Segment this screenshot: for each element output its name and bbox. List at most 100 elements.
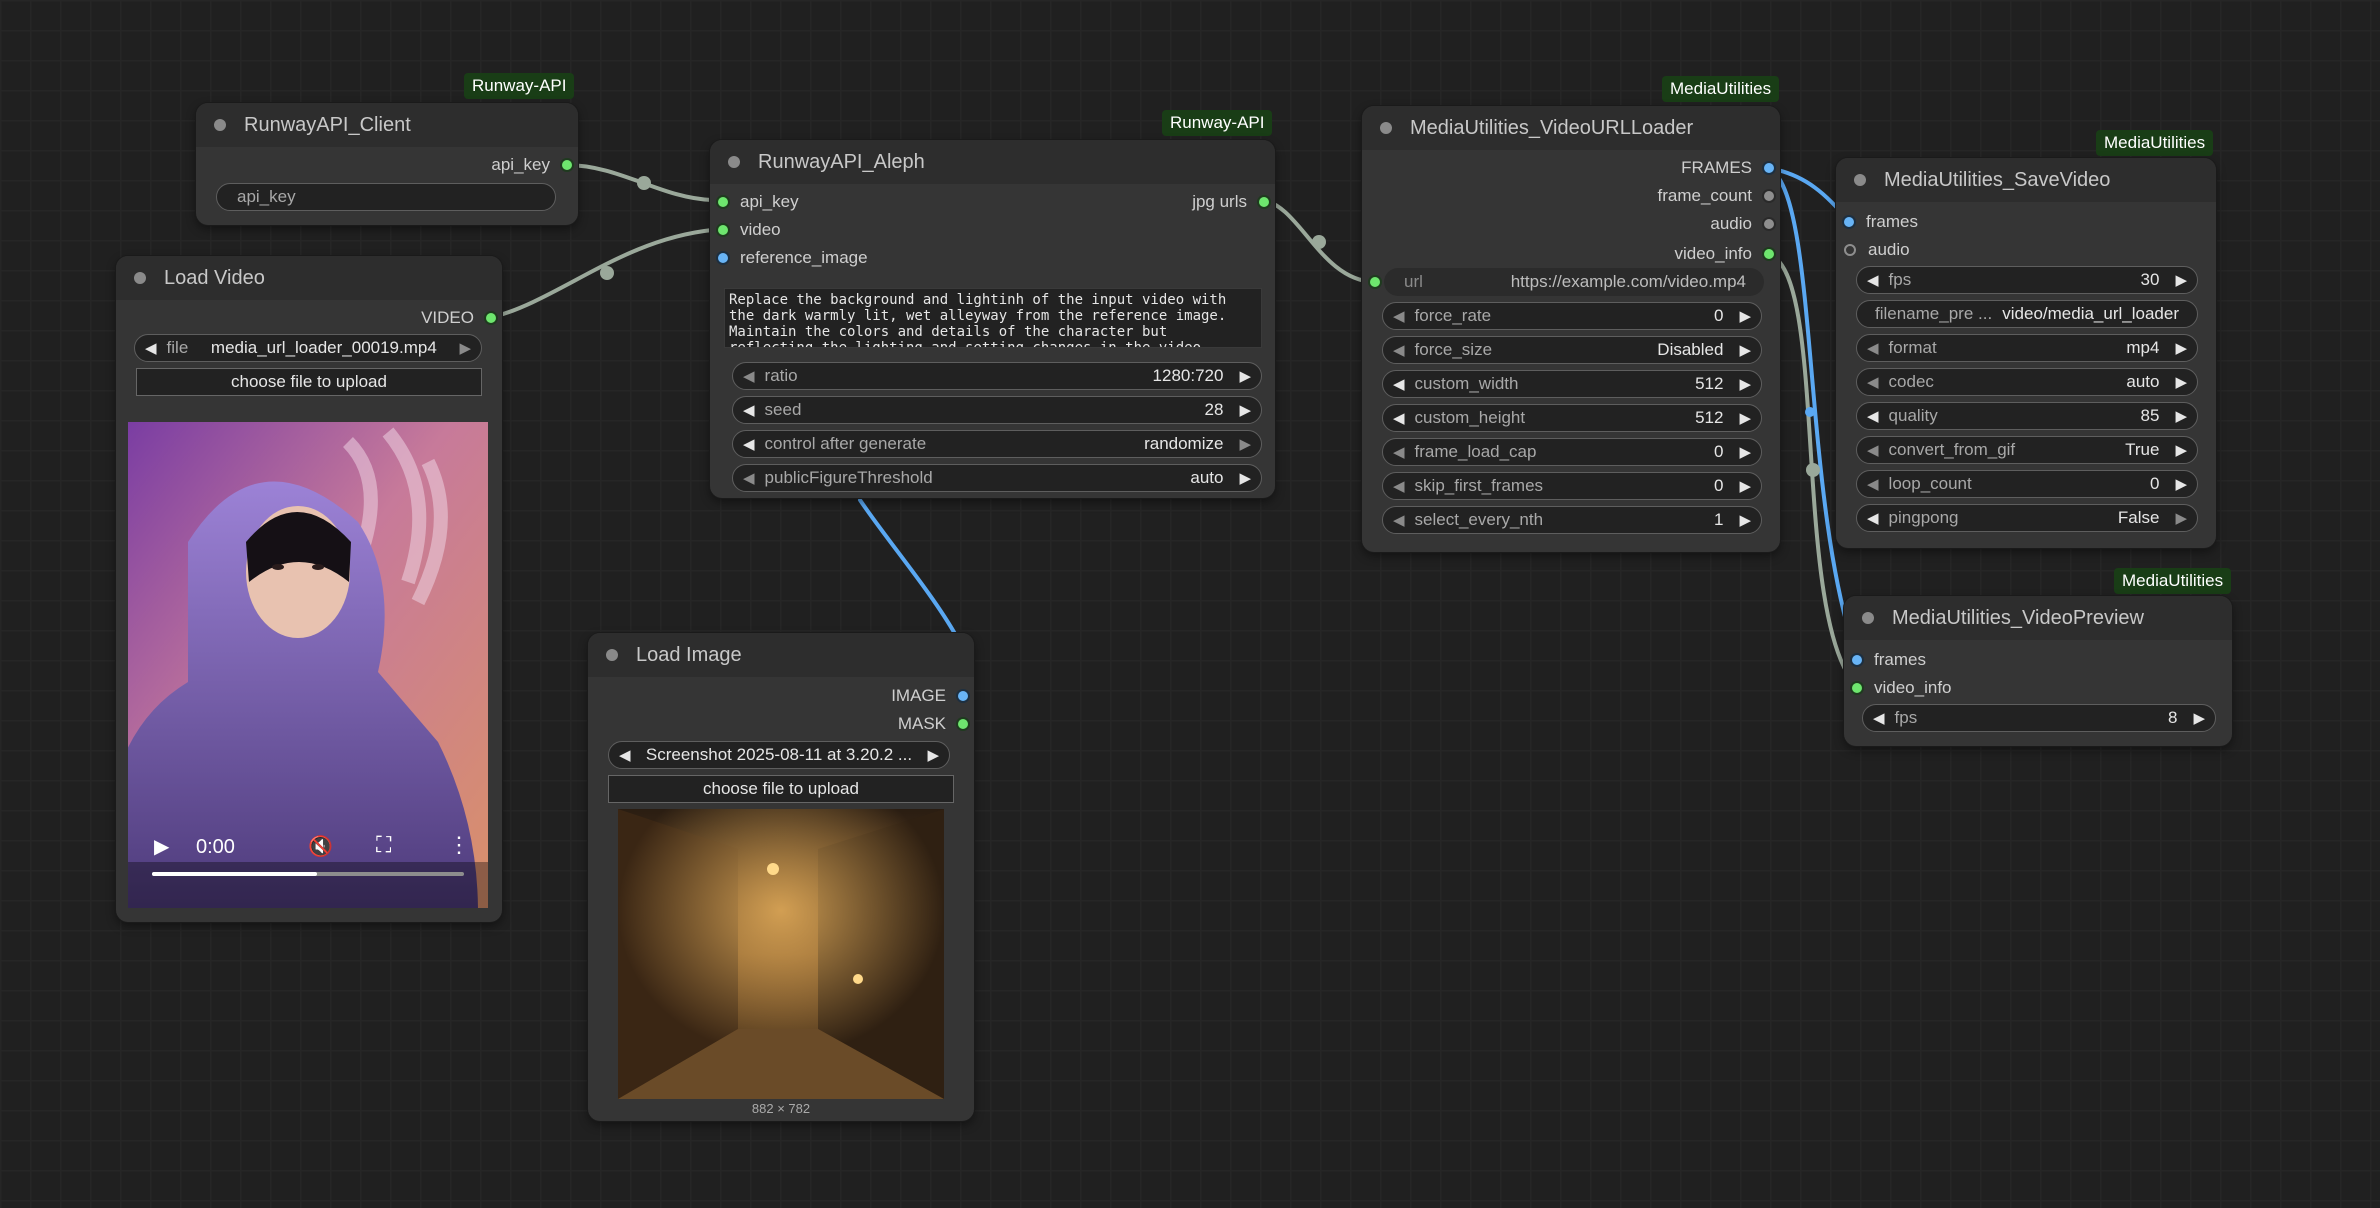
arrow-left-icon[interactable]: ◀	[1393, 375, 1405, 393]
image-file-select[interactable]: ◀ Screenshot 2025-08-11 at 3.20.2 ... ▶	[608, 741, 950, 769]
input-video[interactable]: video	[718, 218, 781, 242]
node-title-bar[interactable]: MediaUtilities_VideoURLLoader	[1362, 106, 1780, 150]
more-vert-icon[interactable]: ⋮	[448, 832, 470, 858]
output-api-key[interactable]: api_key	[491, 153, 572, 177]
slot-dot-icon[interactable]	[486, 313, 496, 323]
arrow-right-icon[interactable]: ▶	[2175, 509, 2187, 527]
play-icon[interactable]: ▶	[154, 834, 169, 859]
slot-dot-icon[interactable]	[1370, 277, 1380, 287]
node-title-bar[interactable]: MediaUtilities_VideoPreview	[1844, 596, 2232, 640]
arrow-right-icon[interactable]: ▶	[1239, 435, 1251, 453]
output-mask[interactable]: MASK	[898, 712, 968, 736]
arrow-left-icon[interactable]: ◀	[743, 435, 755, 453]
arrow-right-icon[interactable]: ▶	[1739, 409, 1751, 427]
load-video-node[interactable]: Load Video VIDEO ◀ file media_url_loader…	[116, 256, 502, 922]
arrow-left-icon[interactable]: ◀	[1867, 441, 1879, 459]
arrow-right-icon[interactable]: ▶	[1239, 401, 1251, 419]
video-url-loader-node[interactable]: MediaUtilities_VideoURLLoader FRAMES fra…	[1362, 106, 1780, 552]
fullscreen-icon[interactable]: ⛶	[376, 832, 391, 858]
slot-dot-icon[interactable]	[1844, 244, 1856, 256]
fps-widget[interactable]: ◀ fps 30 ▶	[1856, 266, 2198, 294]
arrow-left-icon[interactable]: ◀	[1393, 341, 1405, 359]
slot-dot-icon[interactable]	[1852, 683, 1862, 693]
convert-from-gif-widget[interactable]: ◀ convert_from_gif True ▶	[1856, 436, 2198, 464]
collapse-dot-icon[interactable]	[1380, 122, 1392, 134]
filename-prefix-widget[interactable]: filename_pre ... video/media_url_loader	[1856, 300, 2198, 328]
arrow-left-icon[interactable]: ◀	[743, 401, 755, 419]
arrow-right-icon[interactable]: ▶	[2175, 271, 2187, 289]
volume-muted-icon[interactable]: 🔇	[308, 834, 333, 859]
arrow-left-icon[interactable]: ◀	[1867, 339, 1879, 357]
arrow-left-icon[interactable]: ◀	[1393, 409, 1405, 427]
arrow-right-icon[interactable]: ▶	[2175, 441, 2187, 459]
arrow-right-icon[interactable]: ▶	[2175, 339, 2187, 357]
collapse-dot-icon[interactable]	[606, 649, 618, 661]
input-video-info[interactable]: video_info	[1852, 676, 1952, 700]
arrow-right-icon[interactable]: ▶	[1239, 469, 1251, 487]
arrow-right-icon[interactable]: ▶	[927, 746, 939, 764]
slot-dot-icon[interactable]	[958, 719, 968, 729]
collapse-dot-icon[interactable]	[728, 156, 740, 168]
slot-dot-icon[interactable]	[1852, 655, 1862, 665]
force-size-widget[interactable]: ◀ force_size Disabled ▶	[1382, 336, 1762, 364]
arrow-left-icon[interactable]: ◀	[1867, 373, 1879, 391]
url-input[interactable]: url https://example.com/video.mp4	[1384, 268, 1764, 296]
format-widget[interactable]: ◀ format mp4 ▶	[1856, 334, 2198, 362]
input-reference-image[interactable]: reference_image	[718, 246, 868, 270]
node-title-bar[interactable]: Load Image	[588, 633, 974, 677]
output-video[interactable]: VIDEO	[421, 306, 496, 330]
slot-dot-icon[interactable]	[1259, 197, 1269, 207]
arrow-left-icon[interactable]: ◀	[743, 469, 755, 487]
runwayapi-aleph-node[interactable]: RunwayAPI_Aleph api_key video reference_…	[710, 140, 1275, 498]
arrow-left-icon[interactable]: ◀	[1867, 475, 1879, 493]
arrow-right-icon[interactable]: ▶	[2175, 475, 2187, 493]
slot-dot-icon[interactable]	[1764, 191, 1774, 201]
custom-width-widget[interactable]: ◀ custom_width 512 ▶	[1382, 370, 1762, 398]
arrow-left-icon[interactable]: ◀	[1393, 307, 1405, 325]
slot-dot-icon[interactable]	[718, 225, 728, 235]
arrow-right-icon[interactable]: ▶	[459, 339, 471, 357]
ratio-widget[interactable]: ◀ ratio 1280:720 ▶	[732, 362, 1262, 390]
select-every-nth-widget[interactable]: ◀ select_every_nth 1 ▶	[1382, 506, 1762, 534]
api-key-input[interactable]: api_key	[216, 183, 556, 211]
arrow-right-icon[interactable]: ▶	[1739, 511, 1751, 529]
node-title-bar[interactable]: RunwayAPI_Aleph	[710, 140, 1275, 184]
node-title-bar[interactable]: Load Video	[116, 256, 502, 300]
save-video-node[interactable]: MediaUtilities_SaveVideo frames audio ◀ f…	[1836, 158, 2216, 548]
load-image-node[interactable]: Load Image IMAGE MASK ◀ Screenshot 2025-0…	[588, 633, 974, 1121]
skip-first-frames-widget[interactable]: ◀ skip_first_frames 0 ▶	[1382, 472, 1762, 500]
file-select[interactable]: ◀ file media_url_loader_00019.mp4 ▶	[134, 334, 482, 362]
prompt-textarea[interactable]: Replace the background and lightinh of t…	[724, 288, 1262, 348]
choose-file-button[interactable]: choose file to upload	[136, 368, 482, 396]
custom-height-widget[interactable]: ◀ custom_height 512 ▶	[1382, 404, 1762, 432]
collapse-dot-icon[interactable]	[1854, 174, 1866, 186]
input-api-key[interactable]: api_key	[718, 190, 799, 214]
control-after-generate-widget[interactable]: ◀ control after generate randomize ▶	[732, 430, 1262, 458]
slot-dot-icon[interactable]	[1764, 163, 1774, 173]
slot-dot-icon[interactable]	[718, 197, 728, 207]
slot-dot-icon[interactable]	[1764, 249, 1774, 259]
output-audio[interactable]: audio	[1710, 212, 1774, 236]
slot-dot-icon[interactable]	[562, 160, 572, 170]
loop-count-widget[interactable]: ◀ loop_count 0 ▶	[1856, 470, 2198, 498]
arrow-right-icon[interactable]: ▶	[2175, 407, 2187, 425]
node-title-bar[interactable]: MediaUtilities_SaveVideo	[1836, 158, 2216, 202]
output-frames[interactable]: FRAMES	[1681, 156, 1774, 180]
video-preview-node[interactable]: MediaUtilities_VideoPreview frames video…	[1844, 596, 2232, 746]
arrow-left-icon[interactable]: ◀	[1867, 271, 1879, 289]
arrow-right-icon[interactable]: ▶	[1739, 375, 1751, 393]
slot-dot-icon[interactable]	[718, 253, 728, 263]
arrow-right-icon[interactable]: ▶	[1239, 367, 1251, 385]
arrow-left-icon[interactable]: ◀	[1873, 709, 1885, 727]
arrow-left-icon[interactable]: ◀	[1867, 407, 1879, 425]
video-player[interactable]: ▶ 0:00 🔇 ⛶ ⋮	[128, 422, 488, 908]
slot-dot-icon[interactable]	[1844, 217, 1854, 227]
seed-widget[interactable]: ◀ seed 28 ▶	[732, 396, 1262, 424]
slot-dot-icon[interactable]	[1764, 219, 1774, 229]
preview-fps-widget[interactable]: ◀ fps 8 ▶	[1862, 704, 2216, 732]
collapse-dot-icon[interactable]	[134, 272, 146, 284]
input-audio[interactable]: audio	[1844, 238, 1910, 262]
output-jpg-urls[interactable]: jpg urls	[1192, 190, 1269, 214]
arrow-right-icon[interactable]: ▶	[1739, 341, 1751, 359]
pingpong-widget[interactable]: ◀ pingpong False ▶	[1856, 504, 2198, 532]
